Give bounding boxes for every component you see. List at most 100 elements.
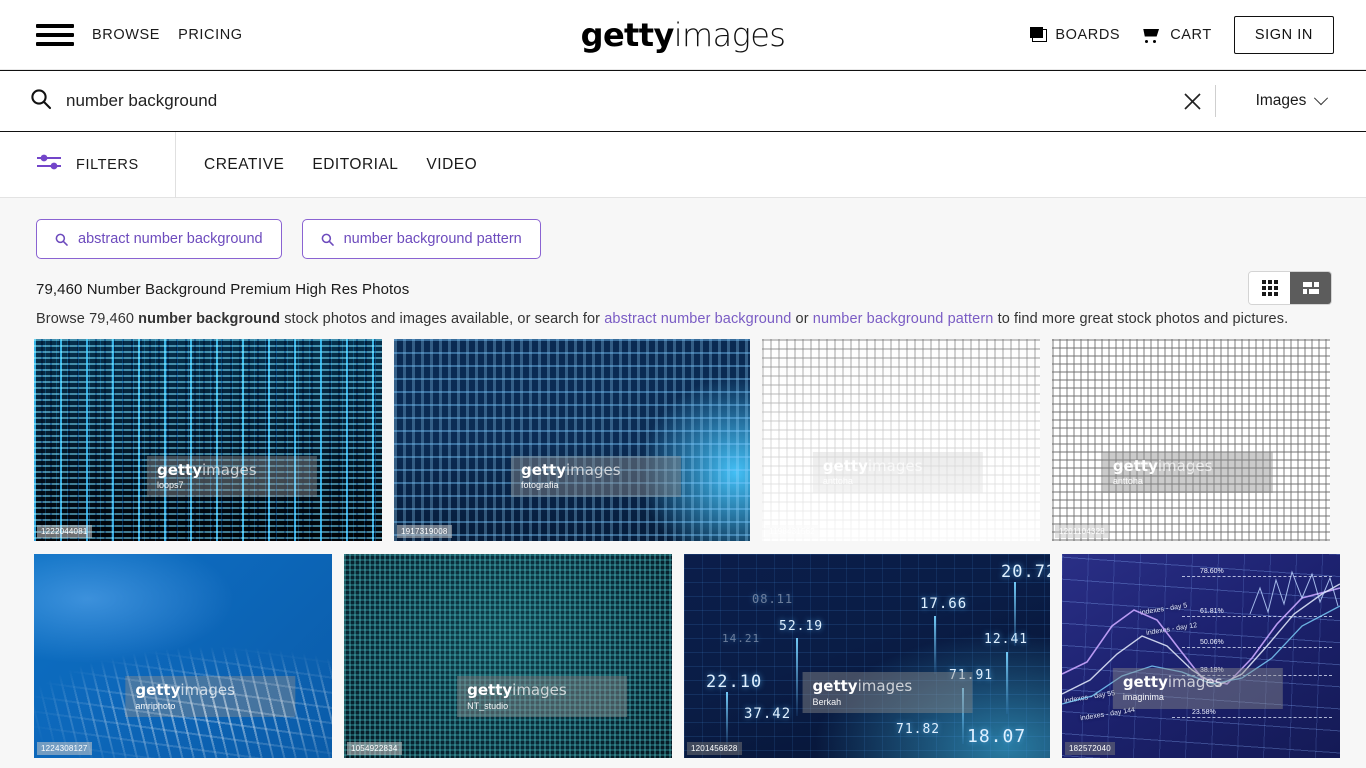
- gallery-tile[interactable]: gettyimages anttoha 1201104328: [1052, 339, 1330, 541]
- tab-video[interactable]: VIDEO: [426, 156, 477, 174]
- wm-bold: getty: [812, 677, 858, 696]
- search-type-label: Images: [1255, 92, 1307, 109]
- wm-bold: getty: [520, 461, 566, 480]
- cart-icon: [1142, 27, 1162, 43]
- nav-pricing[interactable]: PRICING: [178, 27, 243, 43]
- fin-number: 12.41: [984, 632, 1029, 647]
- search-type-dropdown[interactable]: Images: [1216, 91, 1366, 110]
- category-tabs: CREATIVE EDITORIAL VIDEO: [176, 156, 477, 174]
- page-title: 79,460 Number Background Premium High Re…: [36, 281, 410, 298]
- fin-number: 52.19: [779, 619, 824, 634]
- sliders-icon: [36, 153, 62, 176]
- fin-number: 22.10: [706, 672, 763, 692]
- asset-id: 1054922834: [347, 742, 402, 755]
- search-icon: [30, 88, 52, 115]
- logo-bold: getty: [580, 15, 675, 54]
- suggestion-chip-abstract-number-background[interactable]: abstract number background: [36, 219, 282, 259]
- gallery-tile[interactable]: gettyimages loops7 1222044081: [34, 339, 382, 541]
- results-meta: 79,460 Number Background Premium High Re…: [0, 259, 1366, 327]
- watermark: gettyimages Berkah: [802, 672, 973, 713]
- wm-credit: NT_studio: [467, 700, 509, 711]
- wm-credit: anttoha: [822, 476, 853, 487]
- fin-number: 71.91: [949, 668, 994, 683]
- desc-keyword: number background: [138, 311, 281, 327]
- wm-light: images: [565, 461, 621, 480]
- hamburger-icon[interactable]: [36, 22, 74, 48]
- filter-bar: FILTERS CREATIVE EDITORIAL VIDEO: [0, 131, 1366, 198]
- clear-search-icon[interactable]: [1169, 92, 1215, 111]
- filters-label: FILTERS: [76, 156, 139, 173]
- logo-light: images: [673, 15, 786, 54]
- boards-button[interactable]: BOARDS: [1030, 27, 1120, 43]
- search-bar: Images: [0, 70, 1366, 132]
- wm-credit: Berkah: [812, 696, 842, 707]
- watermark: gettyimages loops7: [146, 456, 317, 497]
- wm-credit: loops7: [156, 480, 184, 491]
- search-icon: [321, 233, 334, 246]
- site-header: BROWSE PRICING gettyimages BOARDS CART S…: [0, 0, 1366, 70]
- suggestion-chip-label: number background pattern: [343, 231, 522, 247]
- gallery-row: gettyimages loops7 1222044081 gettyimage…: [34, 339, 1332, 541]
- desc-pre: Browse 79,460: [36, 311, 139, 327]
- wm-bold: getty: [1112, 457, 1158, 476]
- tab-editorial[interactable]: EDITORIAL: [312, 156, 398, 174]
- gallery-tile[interactable]: gettyimages NT_studio 1054922834: [344, 554, 672, 758]
- asset-id: 182572040: [1065, 742, 1115, 755]
- wm-light: images: [857, 677, 913, 696]
- mosaic-view-icon[interactable]: [1290, 272, 1331, 304]
- fin-number: 37.42: [744, 706, 792, 722]
- wm-light: images: [180, 681, 235, 700]
- wm-bold: getty: [135, 681, 181, 700]
- results-description: Browse 79,460 number background stock ph…: [36, 311, 1330, 327]
- desc-link-abstract[interactable]: abstract number background: [604, 311, 791, 327]
- wm-light: images: [201, 461, 257, 480]
- wm-bold: getty: [467, 681, 513, 700]
- nav-browse[interactable]: BROWSE: [92, 27, 160, 43]
- desc-post: to find more great stock photos and pict…: [993, 311, 1289, 327]
- suggestion-chip-number-background-pattern[interactable]: number background pattern: [301, 219, 541, 259]
- watermark: gettyimages fotografia: [510, 456, 681, 497]
- cart-label: CART: [1170, 26, 1212, 43]
- gallery-tile[interactable]: gettyimages amriphoto 1224308127: [34, 554, 332, 758]
- watermark: gettyimages amriphoto: [125, 676, 295, 717]
- fin-number: 18.07: [967, 726, 1027, 747]
- wm-light: images: [512, 681, 567, 700]
- grid-view-icon[interactable]: [1249, 272, 1290, 304]
- getty-images-logo[interactable]: gettyimages: [581, 16, 786, 54]
- cart-button[interactable]: CART: [1142, 27, 1212, 43]
- desc-link-pattern[interactable]: number background pattern: [813, 311, 994, 327]
- asset-id: 1201456828: [687, 742, 742, 755]
- asset-id: 1224308127: [37, 742, 92, 755]
- wm-bold: getty: [156, 461, 202, 480]
- watermark: gettyimages NT_studio: [457, 676, 627, 717]
- fin-number: 71.82: [896, 722, 941, 737]
- asset-id: 1201104328: [1055, 525, 1109, 538]
- header-nav-left: BROWSE PRICING: [0, 22, 243, 48]
- view-toggle: [1248, 271, 1332, 305]
- watermark: gettyimages anttoha: [812, 452, 983, 493]
- wm-credit: anttoha: [1112, 476, 1143, 487]
- suggestion-chips: abstract number background number backgr…: [0, 198, 1366, 259]
- gallery-tile[interactable]: gettyimages anttoha 1198431562: [762, 339, 1040, 541]
- wm-credit: fotografia: [520, 480, 559, 491]
- suggestion-chip-label: abstract number background: [78, 231, 263, 247]
- fin-number: 20.72: [1001, 562, 1050, 582]
- gallery-tile[interactable]: gettyimages fotografia 1917319008: [394, 339, 750, 541]
- gallery-row: gettyimages amriphoto 1224308127 gettyim…: [34, 554, 1340, 758]
- sign-in-button[interactable]: SIGN IN: [1233, 15, 1334, 54]
- filters-button[interactable]: FILTERS: [0, 153, 175, 176]
- fin-number: 17.66: [920, 596, 968, 612]
- gallery-tile[interactable]: 20.72 17.66 12.41 08.11 52.19 14.21 22.1…: [684, 554, 1050, 758]
- desc-or: or: [791, 311, 813, 327]
- search-input[interactable]: [66, 91, 1169, 111]
- asset-id: 1917319008: [397, 525, 452, 538]
- gallery-tile[interactable]: 78.60% 61.81% 50.06% 38.19% 23.58% index…: [1062, 554, 1340, 758]
- wm-credit: amriphoto: [135, 700, 176, 711]
- desc-mid: stock photos and images available, or se…: [280, 311, 605, 327]
- search-icon: [55, 233, 68, 246]
- tab-creative[interactable]: CREATIVE: [204, 156, 284, 174]
- asset-id: 1222044081: [37, 525, 92, 538]
- boards-label: BOARDS: [1055, 26, 1121, 43]
- fin-number: 14.21: [722, 632, 761, 645]
- chart-lines: [1062, 570, 1340, 705]
